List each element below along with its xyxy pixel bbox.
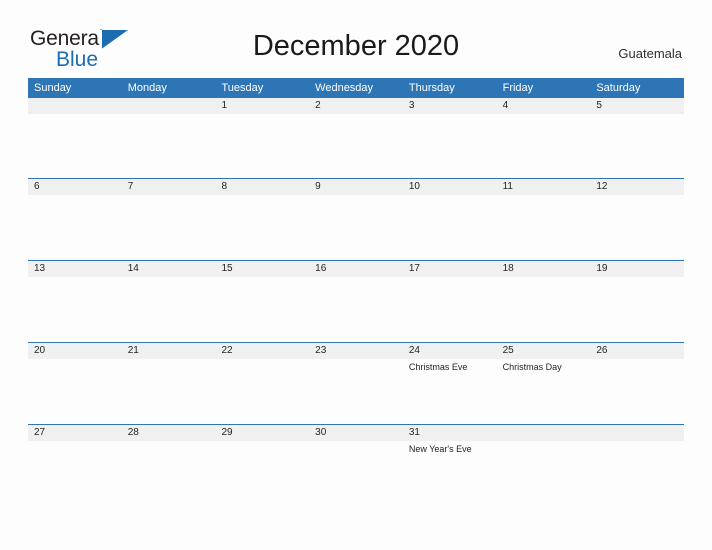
- day-event-empty: [215, 441, 309, 506]
- week-event-band: Christmas Eve Christmas Day: [28, 359, 684, 424]
- weekday-header-friday: Friday: [502, 82, 534, 94]
- day-number-19[interactable]: 19: [590, 261, 684, 277]
- day-number-23[interactable]: 23: [309, 343, 403, 359]
- day-event-empty: [215, 277, 309, 342]
- page-header: General Blue December 2020 Guatemala: [0, 0, 712, 78]
- day-event-empty: [215, 114, 309, 178]
- day-event-empty: [309, 195, 403, 260]
- day-event-empty: [215, 195, 309, 260]
- weekday-header-wednesday: Wednesday: [315, 82, 374, 94]
- day-event-empty: [590, 277, 684, 342]
- week-date-band: 13 14 15 16 17 18 19: [28, 261, 684, 277]
- day-event-empty: [309, 114, 403, 178]
- day-number-21[interactable]: 21: [122, 343, 216, 359]
- calendar-weeks: 1 2 3 4 5 6 7 8 9 10 11 12 13 14 15 16 17 18 19 20 21 22 23 24 2…: [28, 98, 684, 506]
- day-number-29[interactable]: 29: [215, 425, 309, 441]
- day-number-31[interactable]: 31: [403, 425, 497, 441]
- day-number-12[interactable]: 12: [590, 179, 684, 195]
- weekday-header-sunday: Sunday: [34, 82, 72, 94]
- calendar: Sunday Monday Tuesday Wednesday Thursday Frid…: [28, 78, 684, 506]
- calendar-week-row: 20 21 22 23 24 25 26 Christmas Eve Christmas Day: [28, 342, 684, 424]
- country-label: Guatemala: [618, 46, 682, 61]
- day-number-16[interactable]: 16: [309, 261, 403, 277]
- day-event-empty: [497, 114, 591, 178]
- day-event-empty: [497, 195, 591, 260]
- day-number-18[interactable]: 18: [497, 261, 591, 277]
- day-number-27[interactable]: 27: [28, 425, 122, 441]
- day-number-10[interactable]: 10: [403, 179, 497, 195]
- day-number-14[interactable]: 14: [122, 261, 216, 277]
- day-event-31[interactable]: New Year's Eve: [403, 441, 497, 506]
- day-event-empty: [309, 277, 403, 342]
- day-number-empty: [497, 425, 591, 441]
- day-event-empty: [28, 277, 122, 342]
- day-event-empty: [309, 441, 403, 506]
- week-event-band: [28, 114, 684, 178]
- day-event-empty: [403, 277, 497, 342]
- day-event-empty: [28, 441, 122, 506]
- day-number-11[interactable]: 11: [497, 179, 591, 195]
- day-event-empty: [403, 114, 497, 178]
- calendar-week-row: 12345: [28, 98, 684, 178]
- day-number-5[interactable]: 5: [590, 98, 684, 114]
- day-event-empty: [122, 277, 216, 342]
- day-number-28[interactable]: 28: [122, 425, 216, 441]
- day-number-13[interactable]: 13: [28, 261, 122, 277]
- day-event-empty: [403, 195, 497, 260]
- weekday-header-row: Sunday Monday Tuesday Wednesday Thursday Frid…: [28, 78, 684, 98]
- day-number-3[interactable]: 3: [403, 98, 497, 114]
- day-number-15[interactable]: 15: [215, 261, 309, 277]
- weekday-header-tuesday: Tuesday: [221, 82, 264, 94]
- week-event-band: New Year's Eve: [28, 441, 684, 506]
- day-event-empty: [122, 195, 216, 260]
- day-number-9[interactable]: 9: [309, 179, 403, 195]
- day-number-24[interactable]: 24: [403, 343, 497, 359]
- weekday-header-thursday: Thursday: [408, 82, 455, 94]
- week-date-band: 12345: [28, 98, 684, 114]
- day-number-empty: [590, 425, 684, 441]
- week-date-band: 27 28 29 30 31: [28, 425, 684, 441]
- calendar-week-row: 6 7 8 9 10 11 12: [28, 178, 684, 260]
- week-date-band: 6 7 8 9 10 11 12: [28, 179, 684, 195]
- day-event-empty: [590, 114, 684, 178]
- day-event-empty: [590, 359, 684, 424]
- day-number-22[interactable]: 22: [215, 343, 309, 359]
- day-number-8[interactable]: 8: [215, 179, 309, 195]
- day-event-empty: [122, 359, 216, 424]
- day-event-empty: [497, 277, 591, 342]
- day-number-6[interactable]: 6: [28, 179, 122, 195]
- day-event-empty: [590, 195, 684, 260]
- day-event-empty: [28, 114, 122, 178]
- day-event-empty: [497, 441, 591, 506]
- day-number-17[interactable]: 17: [403, 261, 497, 277]
- week-date-band: 20 21 22 23 24 25 26: [28, 343, 684, 359]
- day-number-empty: [28, 98, 122, 114]
- page-title: December 2020: [252, 30, 460, 62]
- day-number-empty: [122, 98, 216, 114]
- day-number-20[interactable]: 20: [28, 343, 122, 359]
- day-event-empty: [590, 441, 684, 506]
- day-number-1[interactable]: 1: [215, 98, 309, 114]
- day-event-25[interactable]: Christmas Day: [497, 359, 591, 424]
- day-number-30[interactable]: 30: [309, 425, 403, 441]
- day-number-7[interactable]: 7: [122, 179, 216, 195]
- calendar-week-row: 27 28 29 30 31 New Year's Eve: [28, 424, 684, 506]
- day-number-2[interactable]: 2: [309, 98, 403, 114]
- weekday-header-monday: Monday: [127, 82, 167, 94]
- day-number-26[interactable]: 26: [590, 343, 684, 359]
- calendar-week-row: 13 14 15 16 17 18 19: [28, 260, 684, 342]
- week-event-band: [28, 277, 684, 342]
- day-number-25[interactable]: 25: [497, 343, 591, 359]
- day-event-empty: [215, 359, 309, 424]
- day-event-empty: [309, 359, 403, 424]
- weekday-header-saturday: Saturday: [596, 82, 641, 94]
- day-event-empty: [122, 114, 216, 178]
- week-event-band: [28, 195, 684, 260]
- day-event-empty: [122, 441, 216, 506]
- day-event-empty: [28, 195, 122, 260]
- day-number-4[interactable]: 4: [497, 98, 591, 114]
- day-event-empty: [28, 359, 122, 424]
- day-event-24[interactable]: Christmas Eve: [403, 359, 497, 424]
